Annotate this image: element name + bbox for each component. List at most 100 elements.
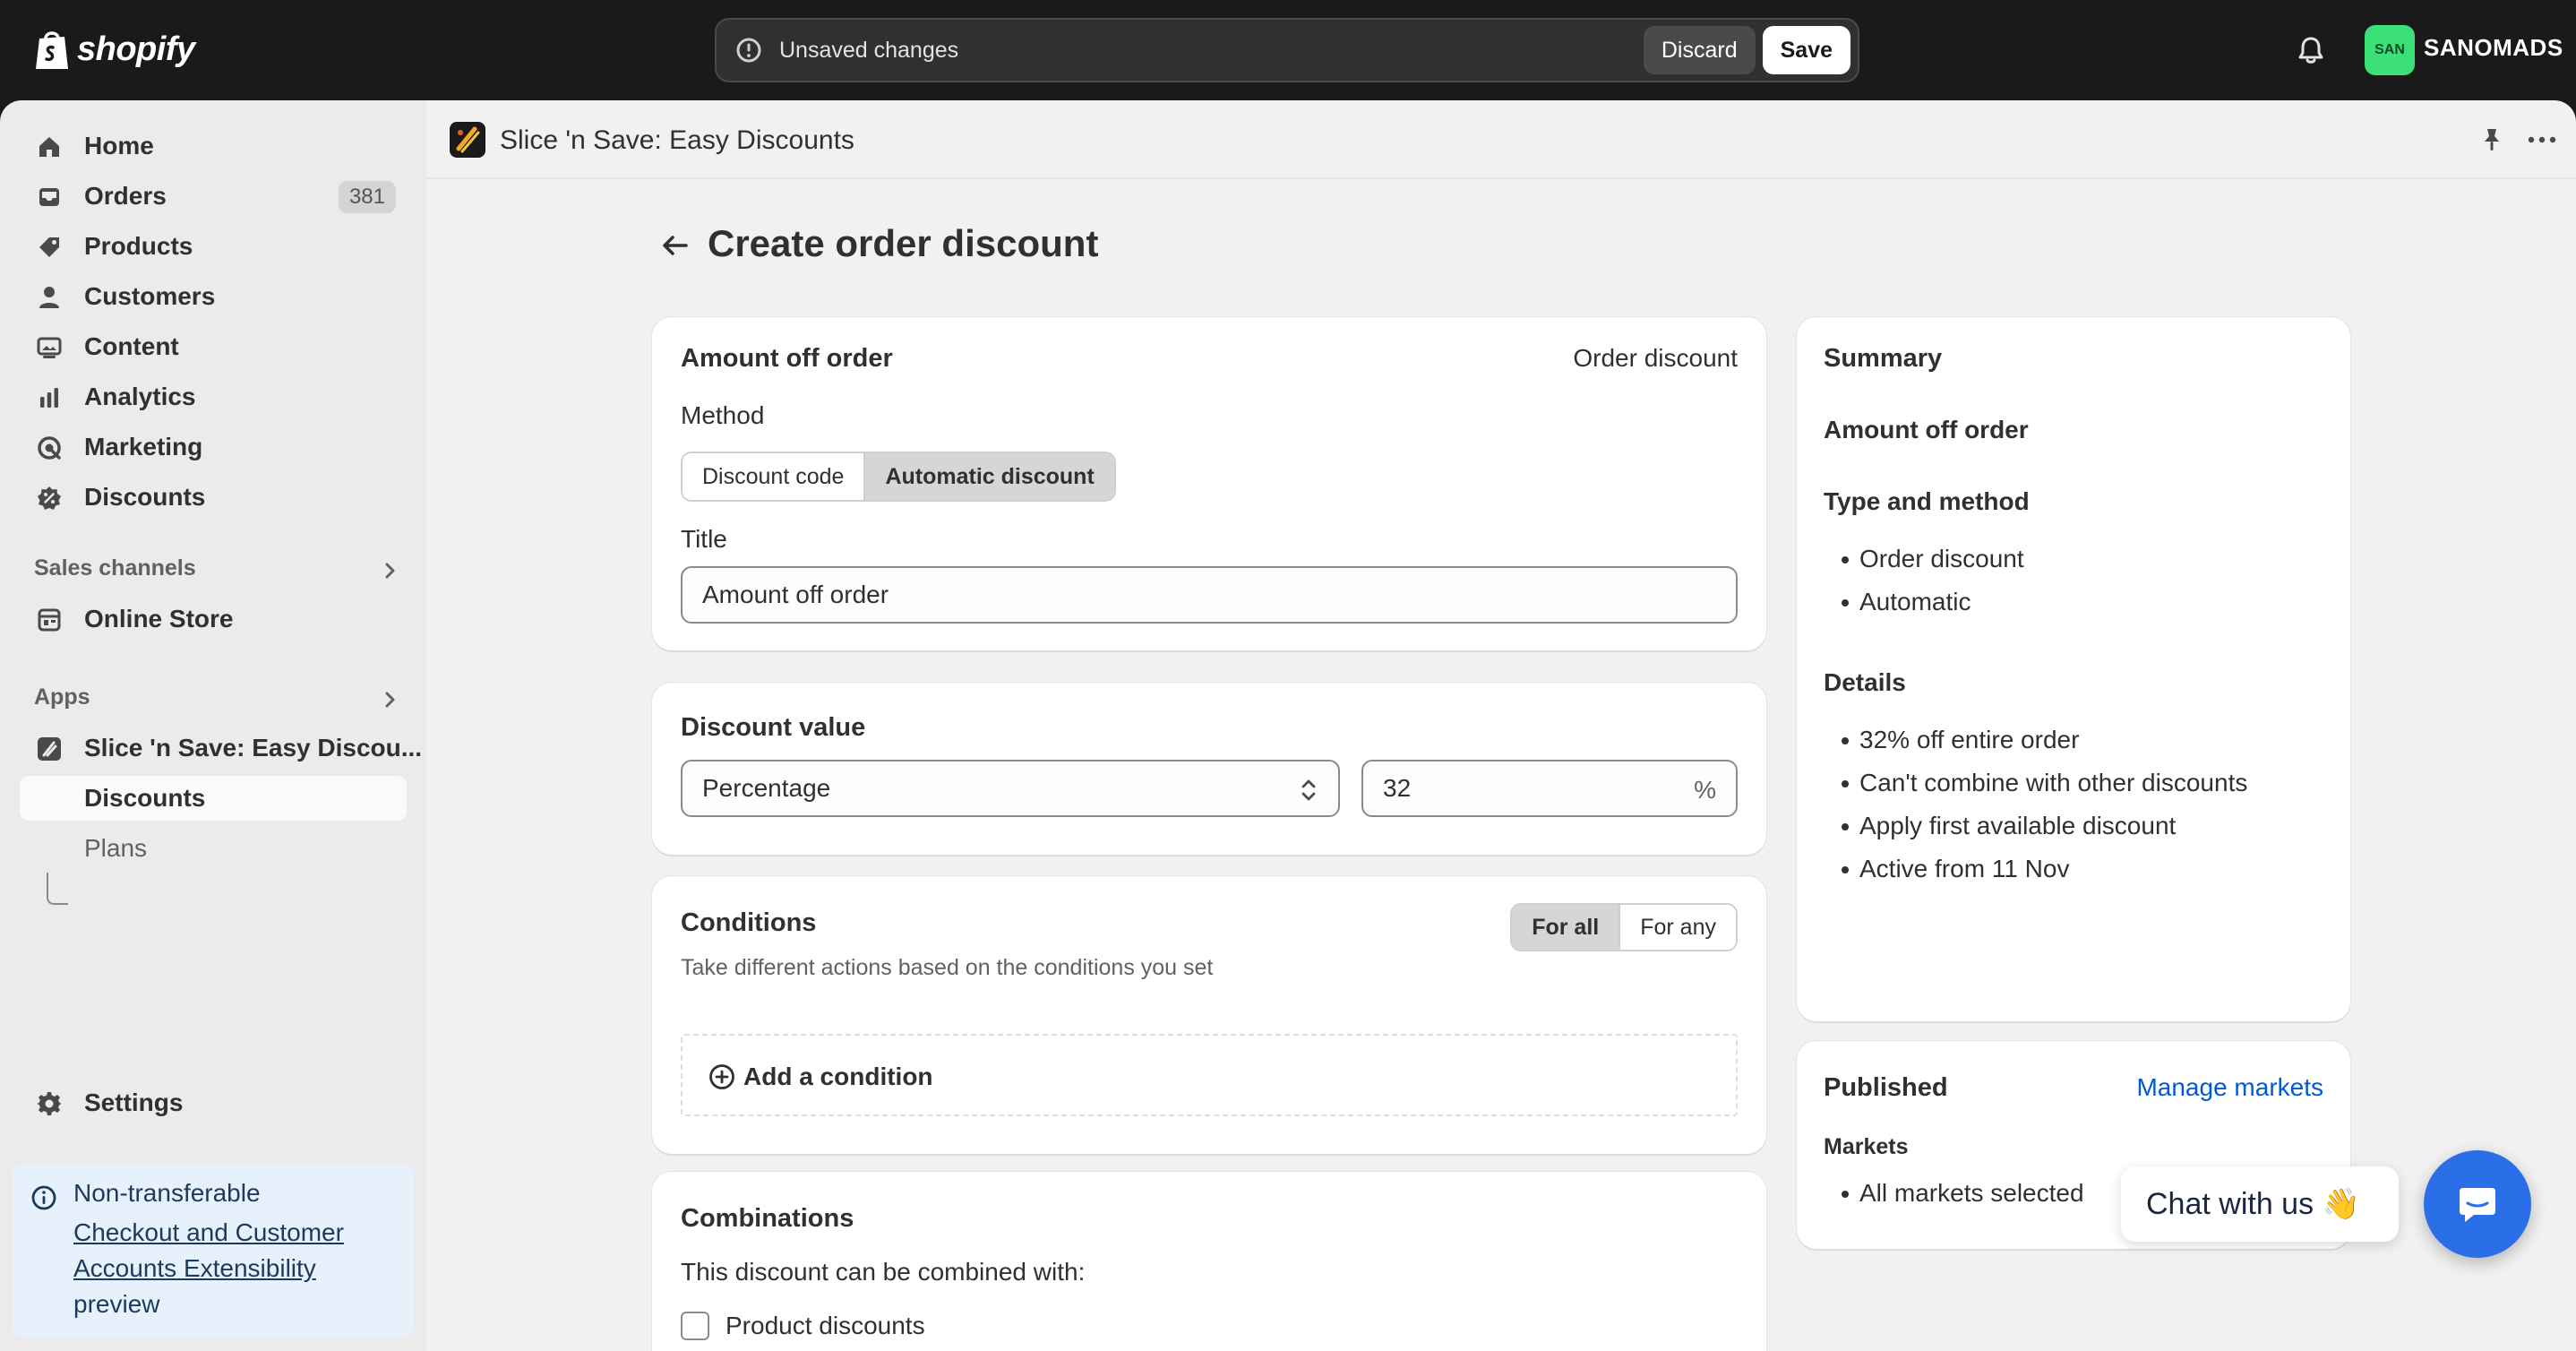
published-title: Published: [1824, 1073, 1948, 1102]
discard-button[interactable]: Discard: [1643, 26, 1756, 74]
chat-with-us-pill[interactable]: Chat with us 👋: [2121, 1166, 2399, 1242]
method-segmented-control: Discount code Automatic discount: [681, 452, 1116, 502]
sidebar-item-label: Content: [84, 332, 179, 360]
summary-list-item: Apply first available discount: [1841, 812, 2177, 839]
unsaved-changes-text: Unsaved changes: [779, 37, 959, 63]
app-title: Slice 'n Save: Easy Discounts: [500, 125, 854, 155]
sales-channels-heading: Sales channels: [34, 555, 196, 581]
discount-value-card: Discount value Percentage 32 %: [652, 683, 1766, 855]
main-content: Slice 'n Save: Easy Discounts Create ord…: [426, 100, 2576, 1351]
app-logo-icon: [38, 737, 61, 761]
sidebar: Home Orders 381 Products Customers Conte…: [0, 100, 426, 1351]
shopify-logo[interactable]: shopify: [34, 23, 195, 75]
store-avatar[interactable]: SAN: [2365, 25, 2415, 75]
discount-code-option[interactable]: Discount code: [683, 453, 864, 500]
person-icon: [39, 287, 59, 308]
markets-heading: Markets: [1824, 1134, 1909, 1159]
discount-amount-field[interactable]: 32 %: [1361, 760, 1738, 817]
chevron-right-icon[interactable]: [380, 690, 399, 710]
product-discounts-label: Product discounts: [726, 1312, 925, 1339]
pin-icon[interactable]: [2477, 125, 2506, 154]
app-logo-icon: [450, 122, 485, 158]
card-title: Combinations: [681, 1204, 854, 1233]
image-icon: [37, 337, 62, 358]
discount-type-label: Order discount: [1573, 344, 1738, 372]
storefront-icon: [38, 608, 61, 632]
target-icon: [38, 436, 61, 460]
summary-discount-name: Amount off order: [1824, 416, 2029, 443]
back-arrow-icon[interactable]: [659, 229, 691, 262]
notice-link[interactable]: Checkout and Customer Accounts Extensibi…: [73, 1215, 405, 1286]
sidebar-item-label: Online Store: [84, 605, 234, 632]
markets-list-item: All markets selected: [1842, 1179, 2084, 1207]
top-bar: shopify Unsaved changes Discard Save SAN…: [0, 0, 2576, 100]
sidebar-item-products[interactable]: Products: [20, 224, 407, 269]
select-chevron-icon: [1301, 779, 1316, 801]
brand-name: shopify: [77, 30, 195, 68]
percent-suffix: %: [1694, 776, 1716, 804]
title-input[interactable]: [681, 566, 1738, 624]
sidebar-item-discounts[interactable]: Discounts: [20, 475, 407, 520]
sidebar-item-marketing[interactable]: Marketing: [20, 425, 407, 469]
chat-bubble-icon: [2460, 1188, 2495, 1222]
home-icon: [39, 137, 59, 157]
sidebar-item-label: Products: [84, 232, 193, 260]
chat-button[interactable]: [2424, 1150, 2531, 1258]
store-name[interactable]: SANOMADS: [2424, 34, 2563, 62]
discount-amount-value: 32: [1383, 774, 1412, 802]
sidebar-item-label: Analytics: [84, 383, 196, 410]
unsaved-changes-bar: Unsaved changes Discard Save: [715, 18, 1859, 82]
conditions-card: Conditions Take different actions based …: [652, 876, 1766, 1154]
product-discounts-checkbox[interactable]: [681, 1312, 709, 1340]
chevron-right-icon[interactable]: [380, 561, 399, 581]
summary-card: Summary Amount off order Type and method…: [1797, 317, 2350, 1021]
combinations-card: Combinations This discount can be combin…: [652, 1172, 1766, 1351]
sidebar-item-app[interactable]: Slice 'n Save: Easy Discou...: [20, 726, 422, 770]
sidebar-item-label: Slice 'n Save: Easy Discou...: [84, 734, 423, 762]
title-label: Title: [681, 525, 727, 553]
summary-list-item: Automatic: [1842, 588, 1971, 615]
sidebar-item-analytics[interactable]: Analytics: [20, 374, 407, 419]
card-title: Discount value: [681, 713, 866, 742]
more-horizontal-icon[interactable]: [2526, 125, 2558, 154]
sidebar-item-orders[interactable]: Orders 381: [20, 174, 407, 219]
app-header: Slice 'n Save: Easy Discounts: [426, 100, 2576, 179]
save-button[interactable]: Save: [1762, 26, 1850, 74]
notice-text: Non-transferable: [73, 1179, 261, 1207]
apps-heading: Apps: [34, 684, 90, 710]
sidebar-item-customers[interactable]: Customers: [20, 274, 407, 319]
shopping-bag-icon: [36, 31, 68, 69]
sidebar-item-label: Orders: [84, 182, 167, 210]
page-title: Create order discount: [708, 222, 1099, 264]
type-method-heading: Type and method: [1824, 487, 2030, 515]
sidebar-item-settings[interactable]: Settings: [20, 1080, 407, 1125]
sidebar-item-home[interactable]: Home: [20, 124, 407, 168]
extensibility-notice: Non-transferable Checkout and Customer A…: [13, 1165, 414, 1337]
discount-type-select[interactable]: Percentage: [681, 760, 1340, 817]
sidebar-item-app-plans[interactable]: Plans: [20, 826, 407, 871]
sidebar-item-label: Plans: [84, 834, 148, 862]
method-label: Method: [681, 401, 765, 429]
sidebar-item-label: Discounts: [84, 483, 206, 511]
bar-chart-icon: [40, 388, 58, 408]
sidebar-item-content[interactable]: Content: [20, 324, 407, 369]
bell-icon[interactable]: [2295, 34, 2327, 66]
inbox-icon: [39, 188, 59, 206]
tree-connector: [47, 873, 68, 905]
manage-markets-link[interactable]: Manage markets: [2136, 1073, 2323, 1102]
automatic-discount-option[interactable]: Automatic discount: [863, 453, 1114, 500]
summary-list-item: 32% off entire order: [1841, 726, 2080, 753]
sidebar-item-online-store[interactable]: Online Store: [20, 597, 407, 641]
sidebar-item-label: Customers: [84, 282, 216, 310]
add-condition-button[interactable]: Add a condition: [681, 1034, 1738, 1116]
for-all-option[interactable]: For all: [1512, 905, 1619, 950]
add-condition-label: Add a condition: [743, 1063, 933, 1090]
sidebar-item-label: Settings: [84, 1089, 184, 1116]
for-any-option[interactable]: For any: [1619, 905, 1736, 950]
sidebar-item-label: Marketing: [84, 433, 203, 460]
conditions-match-toggle: For all For any: [1510, 903, 1738, 951]
sidebar-item-label: Discounts: [84, 784, 206, 812]
sidebar-item-app-discounts[interactable]: Discounts: [20, 776, 407, 821]
card-title: Amount off order: [681, 344, 893, 373]
summary-list-item: Active from 11 Nov: [1841, 855, 2070, 882]
